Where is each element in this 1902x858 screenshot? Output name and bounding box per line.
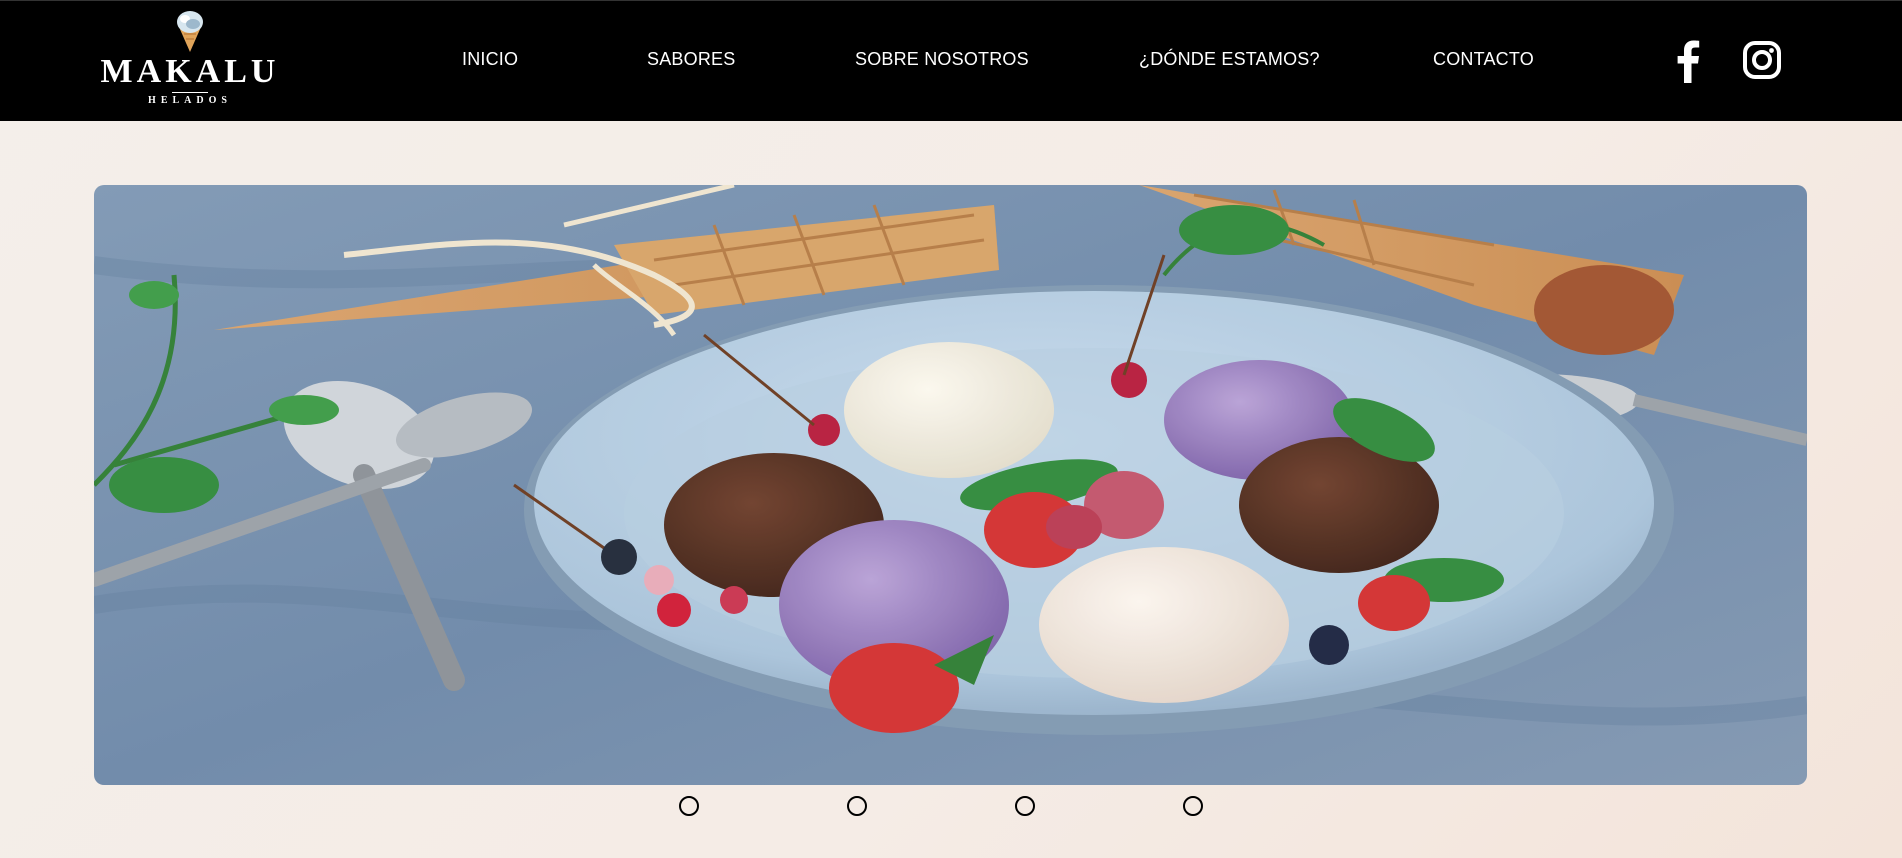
ice-cream-scoops-plate-photo: [94, 185, 1807, 785]
nav-item-sobre-nosotros[interactable]: SOBRE NOSOTROS: [855, 49, 1029, 70]
facebook-link[interactable]: [1676, 39, 1700, 88]
slideshow-indicators: [0, 796, 1902, 820]
slide-dot-2[interactable]: [847, 796, 867, 816]
ice-cream-cone-icon: [177, 11, 203, 52]
slide-dot-1[interactable]: [679, 796, 699, 816]
slide-dot-4[interactable]: [1183, 796, 1203, 816]
logo-divider: [172, 92, 208, 93]
slide-dot-3[interactable]: [1015, 796, 1035, 816]
nav-item-sabores[interactable]: SABORES: [647, 49, 735, 70]
brand-tagline: HELADOS: [148, 95, 232, 106]
brand-name: MAKALU: [100, 53, 280, 90]
instagram-link[interactable]: [1743, 41, 1781, 84]
nav-item-donde-estamos[interactable]: ¿DÓNDE ESTAMOS?: [1139, 49, 1320, 70]
brand-logo[interactable]: MAKALU HELADOS: [100, 5, 280, 120]
nav-item-contacto[interactable]: CONTACTO: [1433, 49, 1534, 70]
facebook-icon: [1677, 40, 1700, 83]
nav-item-inicio[interactable]: INICIO: [462, 49, 518, 70]
instagram-icon: [1743, 41, 1781, 79]
site-header: MAKALU HELADOS INICIO SABORES SOBRE NOSO…: [0, 0, 1902, 121]
hero-slideshow[interactable]: [94, 185, 1807, 785]
